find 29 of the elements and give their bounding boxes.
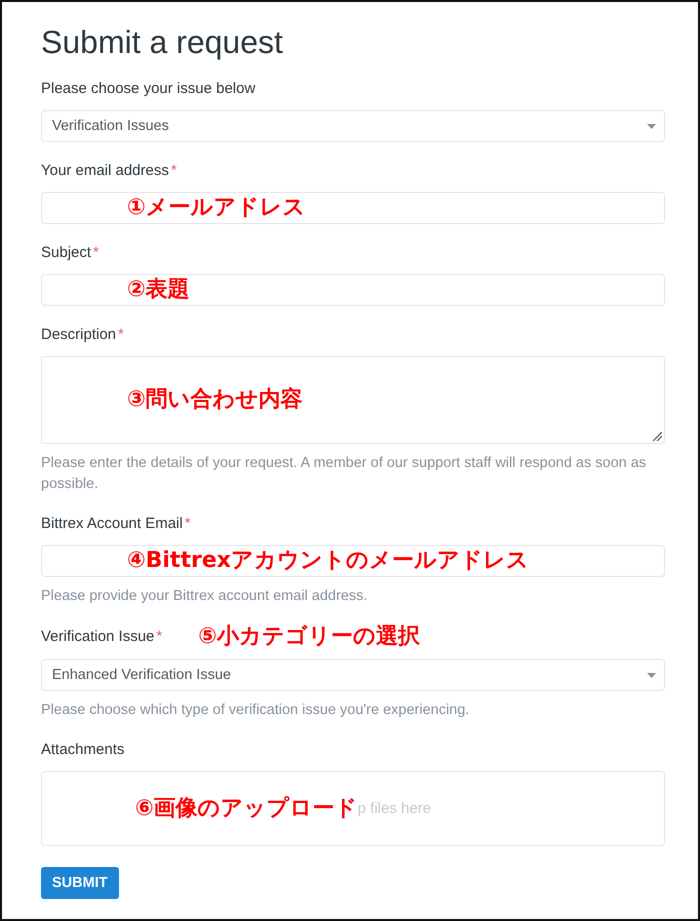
submit-button[interactable]: SUBMIT [41, 867, 119, 899]
field-label: Your email address* [41, 161, 177, 181]
annotation-label: ⑥画像のアップロード [135, 798, 358, 820]
field-label: Subject* [41, 243, 99, 263]
input-field[interactable] [41, 192, 665, 224]
annotation-label: ①メールアドレス [127, 197, 306, 219]
input-field[interactable] [41, 545, 665, 577]
page-title: Submit a request [41, 23, 284, 62]
dropdown-select[interactable]: Enhanced Verification Issue [41, 659, 665, 691]
field-label: Attachments [41, 740, 124, 760]
resize-grip-icon[interactable] [652, 431, 662, 441]
field-label: Verification Issue* [41, 627, 162, 647]
textarea-field[interactable] [41, 356, 665, 444]
field-label: Description* [41, 325, 124, 345]
annotation-label: ⑤小カテゴリーの選択 [198, 626, 420, 648]
dropdown-select[interactable]: Verification Issues [41, 110, 665, 142]
annotation-label: ③問い合わせ内容 [127, 389, 303, 411]
caret-icon [647, 672, 656, 678]
file-dropzone[interactable]: ⑥画像のアップロード p files here [41, 771, 665, 846]
field-label: Please choose your issue below [41, 79, 256, 99]
help-text: Please enter the details of your request. A member of our support staff will respond as soon as possible. [41, 454, 648, 494]
input-field[interactable] [41, 274, 665, 306]
help-text: Please provide your Bittrex account email address. [41, 587, 368, 606]
help-text: Please choose which type of verification issue you're experiencing. [41, 701, 470, 720]
annotation-label: ②表題 [127, 279, 190, 301]
annotation-label: ④Bittrexアカウントのメールアドレス [127, 550, 529, 572]
dropzone-text: p files here [358, 800, 432, 817]
field-label: Bittrex Account Email* [41, 514, 191, 534]
caret-icon [647, 124, 656, 128]
